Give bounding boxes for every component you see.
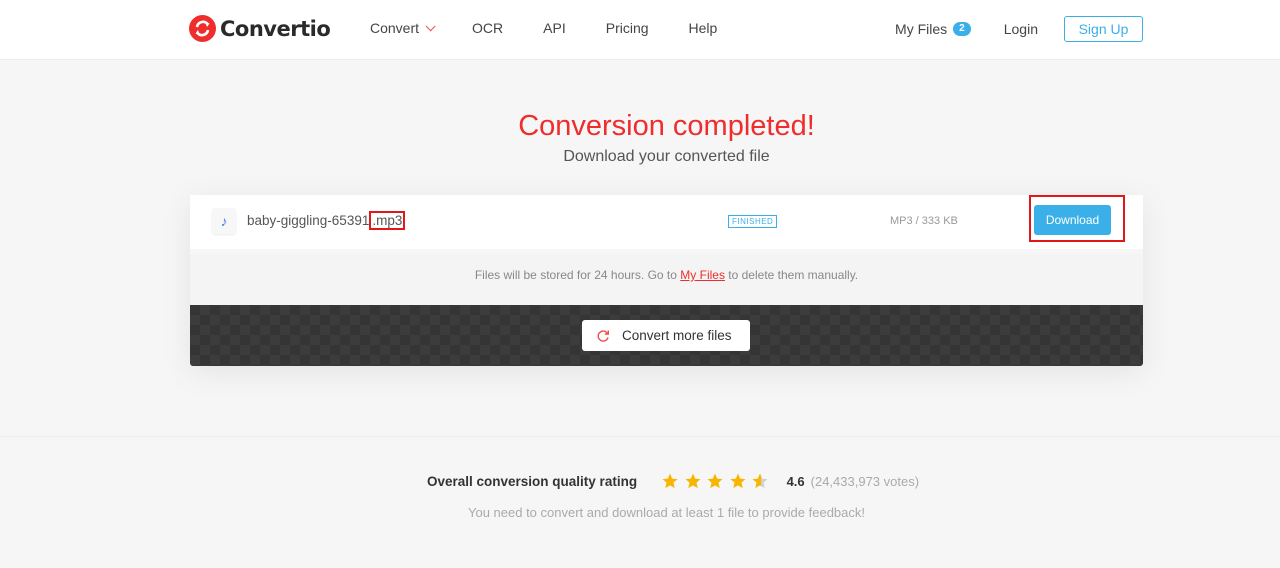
logo-text: Convertio	[220, 16, 331, 41]
page-subtitle: Download your converted file	[563, 148, 770, 165]
rating-label: Overall conversion quality rating	[427, 473, 638, 489]
file-meta: MP3 / 333 KB	[890, 215, 958, 227]
file-extension-highlight: .mp3	[369, 211, 406, 230]
rating-stars	[661, 472, 774, 490]
convert-more-label: Convert more files	[622, 328, 732, 343]
star-icon	[685, 473, 701, 489]
notice-prefix: Files will be stored for 24 hours. Go to	[474, 268, 681, 282]
notice-suffix: to delete them manually.	[724, 268, 859, 282]
convertio-logo-icon	[189, 15, 216, 42]
nav-help[interactable]: Help	[689, 20, 718, 36]
file-name: baby-giggling-65391 .mp3	[247, 211, 406, 230]
star-half-icon	[752, 473, 768, 489]
chevron-down-icon	[425, 20, 436, 31]
login-link[interactable]: Login	[1004, 21, 1038, 37]
section-divider	[0, 436, 1280, 437]
feedback-notice: You need to convert and download at leas…	[467, 505, 866, 520]
nav-convert-label: Convert	[370, 20, 420, 36]
nav-api-label: API	[543, 20, 566, 36]
convert-more-strip: Convert more files	[190, 305, 1143, 366]
my-files-link[interactable]: My Files 2	[895, 21, 971, 37]
status-badge: FINISHED	[728, 215, 778, 228]
nav-pricing[interactable]: Pricing	[606, 20, 649, 36]
my-files-count-badge: 2	[953, 22, 971, 36]
star-icon	[730, 473, 746, 489]
account-nav: My Files 2 Login Sign Up	[895, 16, 1143, 42]
nav-ocr[interactable]: OCR	[472, 20, 503, 36]
my-files-label: My Files	[895, 21, 948, 37]
nav-help-label: Help	[688, 20, 718, 36]
rating-row: Overall conversion quality rating 4.6 (2…	[427, 472, 919, 490]
main-nav: Convert OCR API Pricing Help	[370, 20, 757, 36]
convert-more-button[interactable]: Convert more files	[582, 320, 750, 351]
nav-pricing-label: Pricing	[605, 20, 649, 36]
nav-convert[interactable]: Convert	[370, 20, 436, 36]
star-icon	[707, 473, 723, 489]
storage-notice: Files will be stored for 24 hours. Go to…	[190, 254, 1143, 305]
nav-api[interactable]: API	[543, 20, 566, 36]
download-button[interactable]: Download	[1034, 205, 1111, 235]
conversion-result-card: ♪ baby-giggling-65391 .mp3 FINISHED MP3 /…	[190, 195, 1143, 366]
music-note-icon: ♪	[212, 208, 236, 234]
top-header: Convertio Convert OCR API Pricing Help M…	[0, 0, 1280, 60]
page-title: Conversion completed!	[518, 110, 815, 142]
rating-votes: (24,433,973 votes)	[810, 473, 920, 489]
logo[interactable]: Convertio	[189, 15, 331, 42]
file-row: ♪ baby-giggling-65391 .mp3 FINISHED MP3 /…	[190, 195, 1143, 249]
my-files-notice-link[interactable]: My Files	[680, 268, 725, 282]
star-icon	[662, 473, 678, 489]
refresh-icon	[597, 329, 609, 342]
nav-ocr-label: OCR	[472, 20, 504, 36]
signup-button[interactable]: Sign Up	[1064, 16, 1143, 42]
rating-value: 4.6	[786, 473, 805, 489]
file-name-base: baby-giggling-65391	[247, 213, 370, 228]
